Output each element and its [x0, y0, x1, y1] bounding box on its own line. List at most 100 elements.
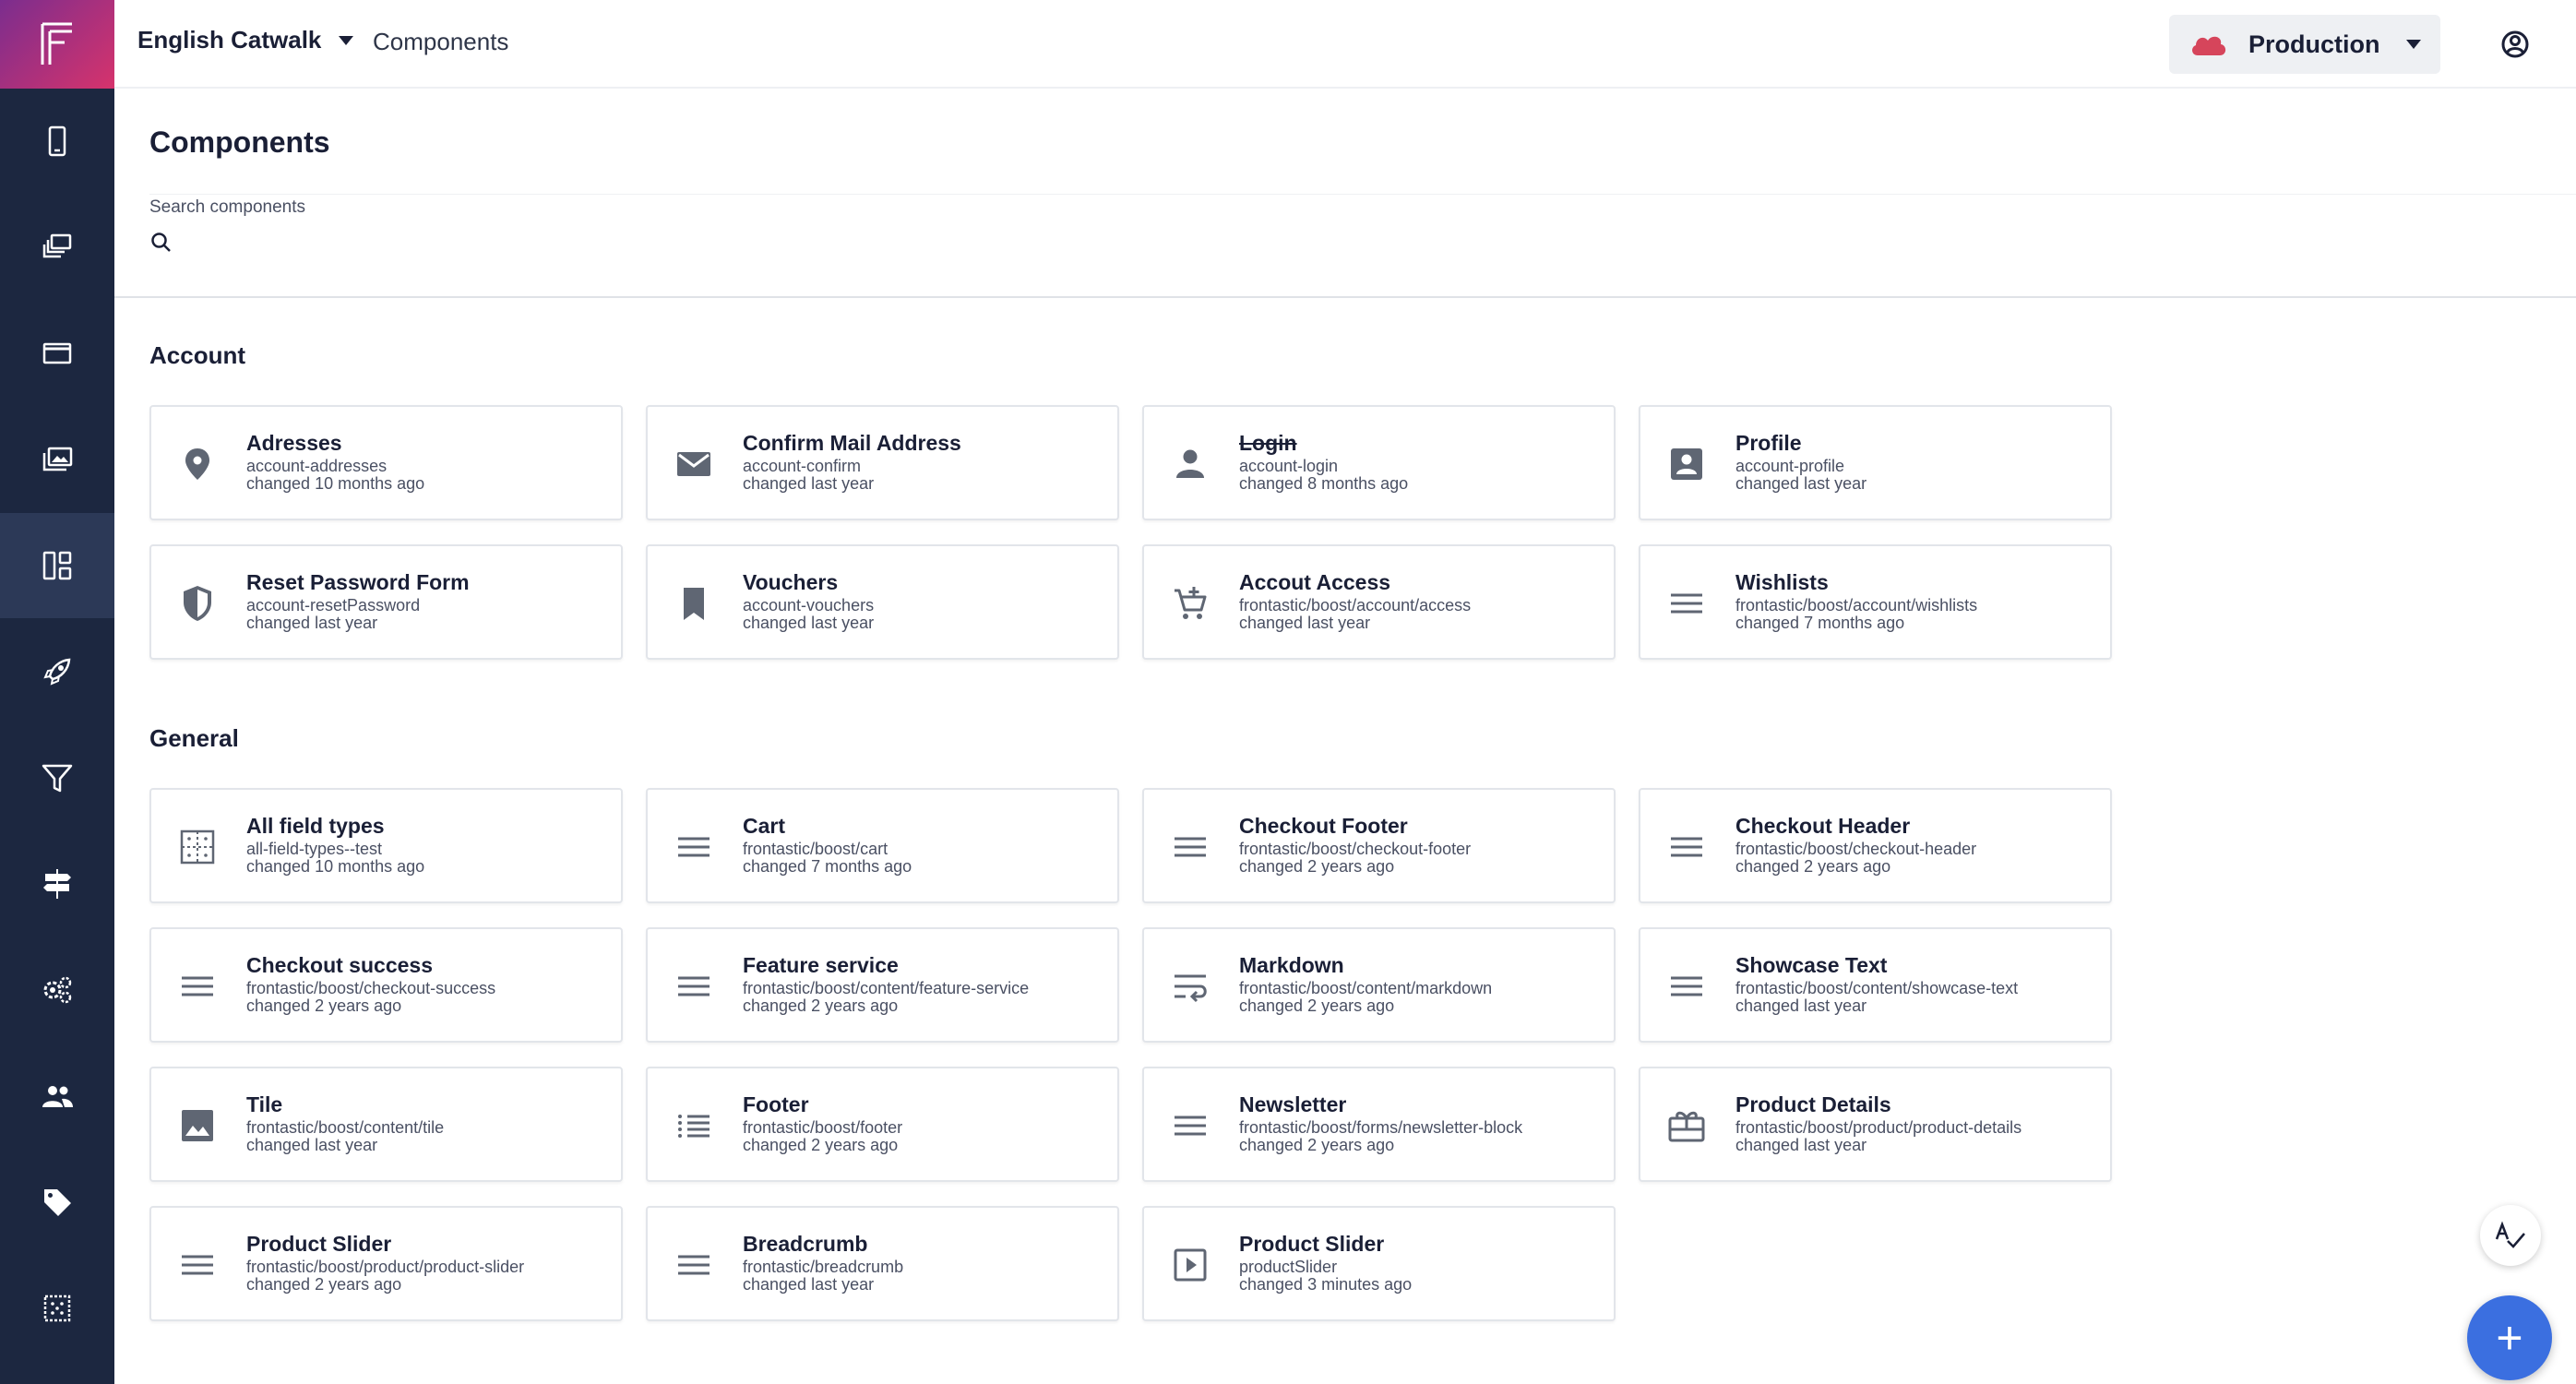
component-identifier: frontastic/boost/account/wishlists [1735, 596, 1978, 614]
search-input[interactable] [185, 226, 2491, 259]
component-identifier: account-confirm [743, 457, 862, 475]
component-identifier: frontastic/boost/checkout-success [246, 979, 496, 997]
add-component-button[interactable]: + [2467, 1295, 2552, 1380]
component-card[interactable]: Accout Access frontastic/boost/account/ac… [1142, 544, 1616, 660]
component-card[interactable]: Footer frontastic/boost/footer changed 2 y… [646, 1067, 1119, 1182]
sidebar-item-pages[interactable] [0, 195, 114, 300]
component-changed: changed 10 months ago [246, 857, 425, 876]
component-card[interactable]: Markdown frontastic/boost/content/markdow… [1142, 927, 1616, 1043]
component-card[interactable]: Showcase Text frontastic/boost/content/sh… [1639, 927, 2112, 1043]
component-card[interactable]: Feature service frontastic/boost/content/… [646, 927, 1119, 1043]
user-account-icon[interactable] [2493, 22, 2537, 66]
sidebar-item-filter[interactable] [0, 725, 114, 830]
divider [114, 296, 2576, 298]
grid-icon [43, 1295, 71, 1322]
spellcheck-icon [2495, 1221, 2525, 1248]
component-card[interactable]: Profile account-profile changed last year [1639, 405, 2112, 520]
component-identifier: account-profile [1735, 457, 1845, 475]
sidebar-item-users[interactable] [0, 1044, 114, 1149]
component-name: Tile [246, 1092, 283, 1116]
breadcrumb[interactable]: Components [373, 28, 508, 56]
component-card[interactable]: Newsletter frontastic/boost/forms/newslet… [1142, 1067, 1616, 1182]
section-title: General [149, 724, 239, 752]
component-card[interactable]: Product Slider frontastic/boost/product/p… [149, 1206, 623, 1321]
component-changed: changed last year [743, 474, 875, 493]
component-card[interactable]: All field types all-field-types--test chan… [149, 788, 623, 903]
environment-label: Production [2248, 30, 2380, 58]
component-identifier: frontastic/boost/content/tile [246, 1118, 445, 1137]
component-card[interactable]: Breadcrumb frontastic/breadcrumb changed l… [646, 1206, 1119, 1321]
caret-down-icon [339, 35, 354, 45]
component-changed: changed 2 years ago [743, 996, 899, 1015]
component-name: Checkout Footer [1239, 814, 1408, 838]
component-name: Product Details [1735, 1092, 1891, 1116]
lines-icon [177, 1245, 218, 1285]
component-changed: changed last year [1735, 996, 1867, 1015]
spellcheck-button[interactable] [2480, 1205, 2541, 1266]
component-card[interactable]: Product Slider productSlider changed 3 min… [1142, 1206, 1616, 1321]
play-box-icon [1170, 1245, 1210, 1285]
component-card[interactable]: Reset Password Form account-resetPassword… [149, 544, 623, 660]
component-changed: changed 8 months ago [1239, 474, 1409, 493]
window-icon [42, 342, 72, 364]
sidebar-item-components[interactable] [0, 513, 114, 618]
wrap-text-icon [1170, 966, 1210, 1007]
lines-icon [1170, 1105, 1210, 1146]
component-identifier: frontastic/boost/content/markdown [1239, 979, 1493, 997]
component-changed: changed 2 years ago [1239, 1136, 1395, 1154]
caret-down-icon [2406, 40, 2421, 49]
component-identifier: productSlider [1239, 1258, 1338, 1276]
filter-icon [42, 764, 73, 793]
component-changed: changed 2 years ago [246, 1275, 402, 1294]
frontastic-logo[interactable] [0, 0, 114, 89]
component-card[interactable]: Adresses account-addresses changed 10 mont… [149, 405, 623, 520]
sidebar-item-tag[interactable] [0, 1150, 114, 1255]
component-card[interactable]: Checkout Footer frontastic/boost/checkout… [1142, 788, 1616, 903]
component-name: Product Slider [1239, 1232, 1385, 1256]
signpost-icon [43, 869, 71, 899]
component-name: Feature service [743, 953, 899, 977]
component-changed: changed 2 years ago [1239, 857, 1395, 876]
lines-icon [1666, 827, 1707, 867]
dotted-grid-icon [177, 827, 218, 867]
component-identifier: frontastic/boost/footer [743, 1118, 903, 1137]
component-name: Breadcrumb [743, 1232, 868, 1256]
sidebar-item-media[interactable] [0, 407, 114, 512]
project-switcher[interactable]: English Catwalk [137, 26, 354, 54]
top-bar: English Catwalk Components Production [114, 0, 2576, 89]
component-changed: changed 3 minutes ago [1239, 1275, 1413, 1294]
component-card[interactable]: Confirm Mail Address account-confirm chang… [646, 405, 1119, 520]
component-name: All field types [246, 814, 385, 838]
components-icon [42, 551, 72, 580]
component-card[interactable]: Login account-login changed 8 months ago [1142, 405, 1616, 520]
component-card[interactable]: Product Details frontastic/boost/product/… [1639, 1067, 2112, 1182]
lines-icon [674, 966, 714, 1007]
component-name: Newsletter [1239, 1092, 1347, 1116]
component-changed: changed last year [246, 1136, 378, 1154]
component-identifier: frontastic/boost/checkout-footer [1239, 840, 1472, 858]
component-name: Login [1239, 431, 1297, 455]
sidebar-item-grid[interactable] [0, 1256, 114, 1361]
media-icon [42, 447, 73, 471]
sidebar-item-mobile[interactable] [0, 89, 114, 194]
component-identifier: frontastic/boost/checkout-header [1735, 840, 1977, 858]
sidebar-item-window[interactable] [0, 301, 114, 406]
location-pin-icon [177, 444, 218, 484]
component-card[interactable]: Vouchers account-vouchers changed last yea… [646, 544, 1119, 660]
search-icon [151, 233, 171, 252]
sidebar-item-rocket[interactable] [0, 619, 114, 724]
component-card[interactable]: Tile frontastic/boost/content/tile changed… [149, 1067, 623, 1182]
lines-icon [177, 966, 218, 1007]
component-card[interactable]: Wishlists frontastic/boost/account/wishli… [1639, 544, 2112, 660]
sidebar-item-signpost[interactable] [0, 831, 114, 937]
component-changed: changed last year [246, 614, 378, 632]
component-identifier: frontastic/boost/content/showcase-text [1735, 979, 2019, 997]
component-card[interactable]: Checkout success frontastic/boost/checkou… [149, 927, 623, 1043]
component-changed: changed 2 years ago [246, 996, 402, 1015]
gift-icon [1666, 1105, 1707, 1146]
component-card[interactable]: Cart frontastic/boost/cart changed 7 month… [646, 788, 1119, 903]
component-card[interactable]: Checkout Header frontastic/boost/checkout… [1639, 788, 2112, 903]
mail-icon [674, 444, 714, 484]
sidebar-item-settings[interactable] [0, 937, 114, 1043]
environment-switcher[interactable]: Production [2169, 15, 2440, 74]
